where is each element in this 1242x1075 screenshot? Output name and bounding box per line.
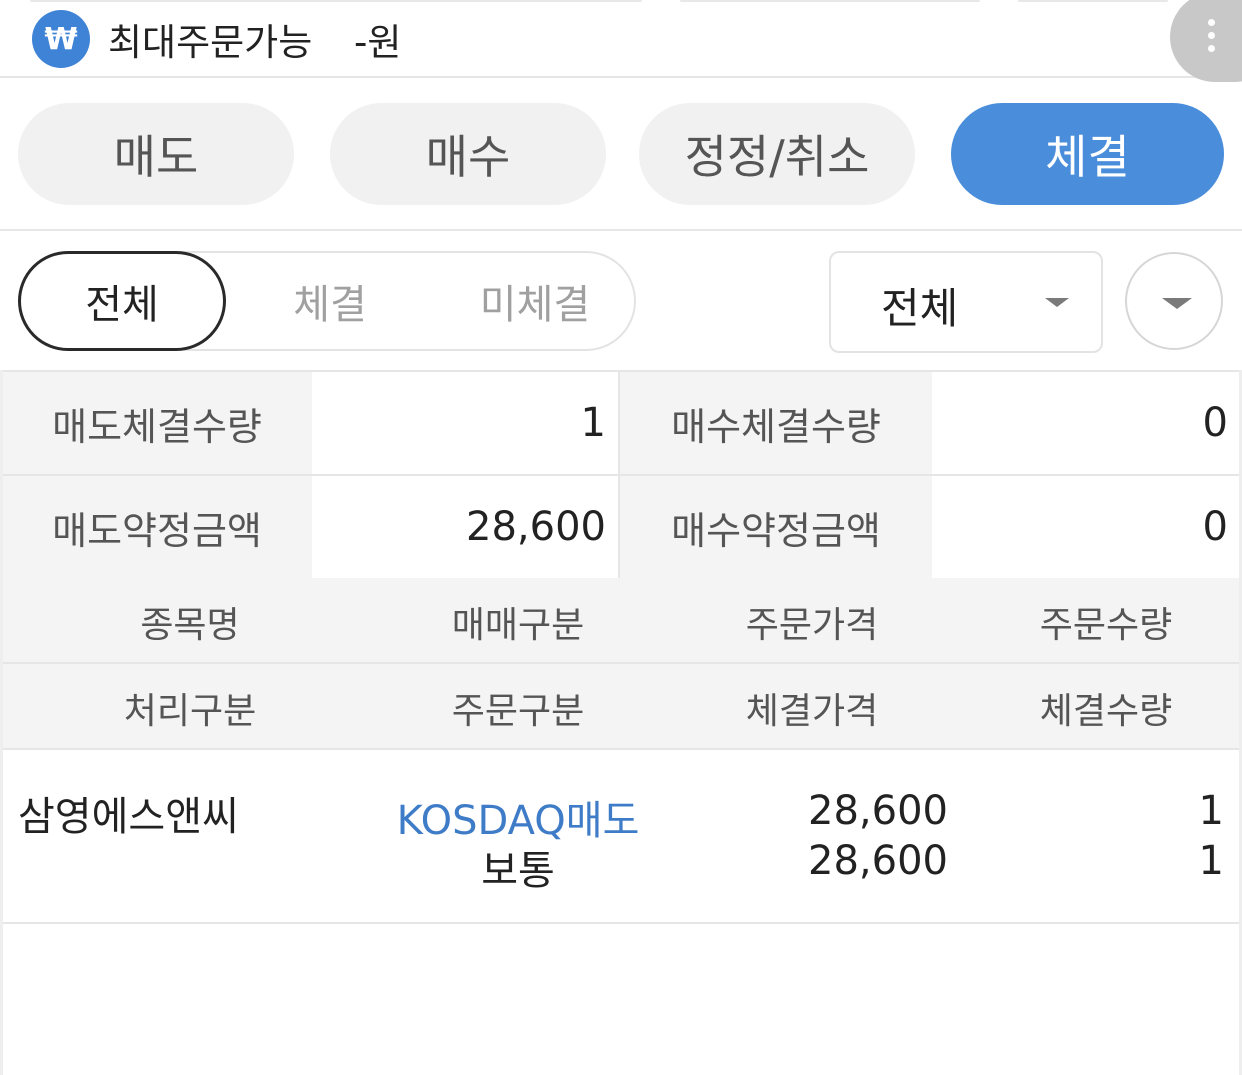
col-filled-price: 체결가격 bbox=[745, 691, 879, 732]
col-trade-type: 매매구분 bbox=[451, 605, 585, 646]
max-order-label: 최대주문가능 bbox=[108, 21, 313, 64]
col-order-type: 주문구분 bbox=[451, 691, 585, 732]
sell-filled-qty-label: 매도체결수량 bbox=[2, 372, 312, 474]
top-divider bbox=[1018, 0, 1168, 2]
tab-buy[interactable]: 매수 bbox=[330, 103, 606, 205]
sell-contract-amount-value: 28,600 bbox=[312, 476, 618, 578]
col-order-price: 주문가격 bbox=[745, 605, 879, 646]
market-select[interactable]: 전체 bbox=[829, 251, 1103, 353]
order-qty: 1 bbox=[1198, 788, 1224, 834]
column-header-row: 처리구분 주문구분 체결가격 체결수량 bbox=[2, 664, 1240, 750]
divider bbox=[0, 229, 1242, 231]
buy-contract-amount-value: 0 bbox=[932, 476, 1240, 578]
tab-sell[interactable]: 매도 bbox=[18, 103, 294, 205]
more-button[interactable] bbox=[1170, 0, 1242, 82]
buy-contract-amount-label: 매수약정금액 bbox=[620, 476, 932, 578]
order-type: 보통 bbox=[481, 848, 555, 894]
buy-filled-qty-label: 매수체결수량 bbox=[620, 372, 932, 474]
segment-all[interactable]: 전체 bbox=[18, 251, 226, 351]
top-bar: ₩ 최대주문가능 -원 bbox=[0, 0, 1242, 82]
col-stock-name: 종목명 bbox=[140, 605, 240, 646]
summary-row: 매도체결수량 1 매수체결수량 0 bbox=[2, 372, 1240, 476]
chevron-down-icon bbox=[1162, 298, 1192, 309]
top-divider bbox=[30, 0, 642, 2]
order-price: 28,600 bbox=[808, 788, 948, 834]
filled-qty: 1 bbox=[1198, 838, 1224, 884]
filled-price: 28,600 bbox=[808, 838, 948, 884]
segment-filled[interactable]: 체결 bbox=[230, 251, 430, 351]
market-select-value: 전체 bbox=[881, 284, 959, 333]
select-caret-icon bbox=[1045, 298, 1069, 307]
summary-row: 매도약정금액 28,600 매수약정금액 0 bbox=[2, 476, 1240, 580]
tab-modify-cancel[interactable]: 정정/취소 bbox=[639, 103, 915, 205]
table-row[interactable]: 삼영에스앤씨 KOSDAQ매도 보통 28,600 28,600 1 1 bbox=[2, 750, 1240, 924]
won-icon: ₩ bbox=[32, 10, 90, 68]
sell-contract-amount-label: 매도약정금액 bbox=[2, 476, 312, 578]
sell-filled-qty-value: 1 bbox=[312, 372, 618, 474]
table-border bbox=[0, 370, 3, 1075]
col-process-type: 처리구분 bbox=[123, 691, 257, 732]
expand-button[interactable] bbox=[1125, 252, 1223, 350]
col-filled-qty: 체결수량 bbox=[1039, 691, 1173, 732]
max-order-value: -원 bbox=[354, 21, 402, 64]
column-header-row: 종목명 매매구분 주문가격 주문수량 bbox=[2, 578, 1240, 664]
segment-unfilled[interactable]: 미체결 bbox=[430, 251, 640, 351]
col-order-qty: 주문수량 bbox=[1039, 605, 1173, 646]
status-filter-segment: 전체 체결 미체결 bbox=[18, 251, 636, 351]
tab-filled[interactable]: 체결 bbox=[951, 103, 1224, 205]
buy-filled-qty-value: 0 bbox=[932, 372, 1240, 474]
stock-name: 삼영에스앤씨 bbox=[18, 794, 239, 840]
top-divider bbox=[680, 0, 980, 2]
summary-table: 매도체결수량 1 매수체결수량 0 매도약정금액 28,600 매수약정금액 0 bbox=[2, 370, 1240, 580]
